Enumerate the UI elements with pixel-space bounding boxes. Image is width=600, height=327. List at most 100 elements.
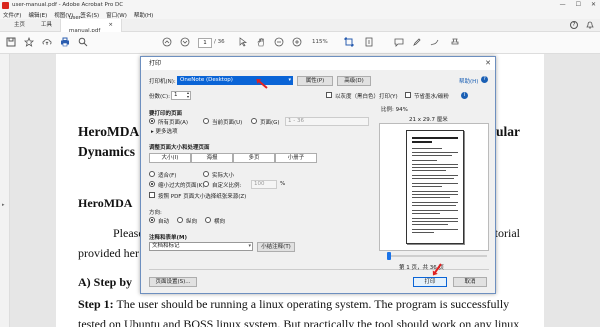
print-icon[interactable]	[60, 37, 70, 47]
preview-text-line	[412, 205, 456, 206]
poster-button[interactable]: 海报	[191, 153, 233, 163]
chevron-down-icon: ▾	[288, 77, 291, 83]
preview-text-line	[412, 191, 458, 192]
close-window-button[interactable]: ✕	[591, 1, 596, 8]
zoom-level-dropdown[interactable]: 115%	[312, 39, 328, 45]
menu-file[interactable]: 文件(F)	[3, 11, 21, 19]
window-controls: — ☐ ✕	[560, 1, 596, 8]
navigation-pane-collapsed[interactable]: ▸	[0, 54, 10, 327]
preview-text-line	[412, 213, 440, 214]
orient-landscape-radio[interactable]	[205, 217, 211, 223]
fit-page-icon[interactable]	[344, 37, 354, 47]
preview-text-line	[412, 183, 458, 184]
expand-pane-icon[interactable]: ▸	[2, 202, 5, 208]
draw-icon[interactable]	[430, 37, 440, 47]
paper-source-checkbox[interactable]	[149, 192, 155, 198]
page-setup-button[interactable]: 页面设置(S)...	[149, 277, 197, 287]
paper-source-label: 按照 PDF 页面大小选择纸张来源(Z)	[158, 194, 247, 200]
scale-label-text: 比例:	[381, 107, 394, 113]
preview-page-slider[interactable]	[387, 252, 487, 260]
page-number-input[interactable]: 1	[198, 38, 212, 48]
scroll-mode-icon[interactable]	[364, 37, 374, 47]
menu-help[interactable]: 帮助(H)	[134, 11, 153, 19]
zoom-in-icon[interactable]	[292, 37, 302, 47]
multiple-button[interactable]: 多页	[233, 153, 275, 163]
page-range-input[interactable]: 1 - 36	[285, 117, 369, 126]
upload-cloud-icon[interactable]	[42, 37, 52, 47]
actual-size-radio[interactable]	[203, 171, 209, 177]
bookmark-star-icon[interactable]	[23, 36, 35, 47]
notification-bell-icon[interactable]	[586, 21, 594, 31]
minimize-button[interactable]: —	[560, 1, 566, 8]
page-up-icon[interactable]	[162, 37, 172, 47]
preview-text-line	[412, 167, 458, 168]
page-range-radio[interactable]	[251, 118, 257, 124]
custom-scale-radio[interactable]	[203, 181, 209, 187]
shrink-oversized-radio[interactable]	[149, 181, 155, 187]
close-tab-icon[interactable]: ×	[108, 19, 113, 32]
help-icon[interactable]: ?	[570, 21, 578, 29]
preview-text-line	[412, 175, 458, 176]
orient-auto-label: 自动	[158, 219, 170, 225]
maximize-button[interactable]: ☐	[576, 1, 581, 8]
dialog-close-button[interactable]: ✕	[485, 57, 491, 70]
current-page-radio[interactable]	[203, 118, 209, 124]
stamp-icon[interactable]	[450, 37, 460, 47]
summarize-comments-button[interactable]: 小结注释(T)	[257, 242, 295, 252]
preview-text-line	[412, 224, 448, 225]
sizing-section-heading: 调整页面大小和处理页面	[149, 145, 210, 151]
grayscale-label: 以灰度（黑白色）打印(Y)	[335, 94, 398, 100]
doc-title-line1: HeroMDA	[78, 124, 140, 139]
fit-radio[interactable]	[149, 171, 155, 177]
preview-title-line	[412, 137, 458, 139]
printer-select-value: OneNote (Desktop)	[180, 77, 233, 83]
chevron-down-icon: ▾	[248, 243, 251, 249]
hand-tool-icon[interactable]	[256, 37, 266, 47]
tab-home[interactable]: 主页	[6, 19, 33, 32]
printer-label: 打印机(N):	[149, 79, 176, 85]
scale-value: 94%	[395, 107, 408, 113]
preview-slider-thumb[interactable]	[387, 252, 391, 260]
search-icon[interactable]	[78, 37, 88, 47]
save-ink-label: 节省墨水/碳粉	[414, 94, 449, 100]
grayscale-checkbox[interactable]	[326, 92, 332, 98]
zoom-out-icon[interactable]	[274, 37, 284, 47]
help-question-icon: ?	[481, 76, 488, 83]
orient-auto-radio[interactable]	[149, 217, 155, 223]
select-cursor-icon[interactable]	[238, 37, 248, 47]
orientation-heading: 方向:	[149, 210, 162, 216]
more-options-toggle[interactable]: ▸ 更多选项	[151, 127, 178, 135]
help-link[interactable]: 帮助(H)	[459, 77, 478, 85]
page-down-icon[interactable]	[180, 37, 190, 47]
tab-tools[interactable]: 工具	[33, 19, 60, 32]
menu-edit[interactable]: 编辑(E)	[28, 11, 47, 19]
advanced-button[interactable]: 高级(D)	[337, 76, 371, 86]
preview-page-thumbnail	[406, 130, 464, 244]
comment-icon[interactable]	[394, 37, 404, 47]
orient-portrait-radio[interactable]	[177, 217, 183, 223]
printer-select[interactable]: OneNote (Desktop) ▾	[177, 76, 293, 85]
all-pages-radio[interactable]	[149, 118, 155, 124]
save-icon[interactable]	[6, 37, 16, 47]
preview-text-line	[412, 170, 446, 171]
booklet-button[interactable]: 小册子	[275, 153, 317, 163]
copies-stepper-icon[interactable]: ▴ ▾	[187, 91, 189, 99]
tab-document[interactable]: user-manual.pdf ×	[60, 15, 123, 34]
size-button[interactable]: 大小(I)	[149, 153, 191, 163]
highlight-pen-icon[interactable]	[412, 37, 422, 47]
print-button[interactable]: 打印	[413, 277, 447, 287]
preview-text-line	[412, 155, 452, 156]
page-range-label: 页面(G)	[260, 120, 280, 126]
custom-scale-input[interactable]: 100	[251, 180, 277, 189]
preview-text-line	[412, 152, 458, 153]
comments-select[interactable]: 文档和标记 ▾	[149, 242, 253, 251]
menu-window[interactable]: 窗口(W)	[106, 11, 127, 19]
page-count: / 36	[214, 39, 225, 45]
preview-text-line	[412, 210, 458, 211]
copies-input[interactable]: 1 ▴ ▾	[171, 91, 191, 100]
cancel-button[interactable]: 取消	[453, 277, 487, 287]
window-title: user-manual.pdf - Adobe Acrobat Pro DC	[12, 2, 124, 8]
preview-text-line	[412, 232, 434, 233]
properties-button[interactable]: 属性(P)	[297, 76, 333, 86]
save-ink-checkbox[interactable]	[405, 92, 411, 98]
